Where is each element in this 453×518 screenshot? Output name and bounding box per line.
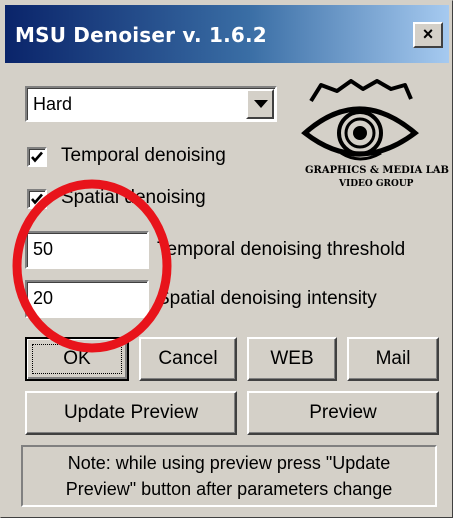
checkmark-icon: [31, 151, 43, 163]
temporal-threshold-label: Temporal denoising threshold: [157, 239, 406, 260]
preview-button-label: Preview: [309, 402, 377, 423]
temporal-threshold-input[interactable]: 50: [25, 231, 149, 269]
preview-button[interactable]: Preview: [247, 391, 439, 435]
window-title: MSU Denoiser v. 1.6.2: [15, 23, 267, 47]
preview-note: Note: while using preview press "Update …: [21, 445, 437, 507]
update-preview-button-label: Update Preview: [63, 402, 199, 423]
update-preview-button[interactable]: Update Preview: [25, 391, 237, 435]
note-line-1: Note: while using preview press "Update: [67, 453, 391, 473]
mode-dropdown-value: Hard: [33, 94, 73, 114]
cancel-button-label: Cancel: [158, 348, 218, 369]
temporal-denoising-label: Temporal denoising: [61, 145, 226, 166]
spatial-denoising-checkbox[interactable]: [27, 189, 47, 209]
temporal-denoising-checkbox[interactable]: [27, 147, 47, 167]
title-bar[interactable]: MSU Denoiser v. 1.6.2 ×: [5, 5, 449, 63]
mail-button-label: Mail: [375, 348, 411, 369]
mode-dropdown[interactable]: Hard: [25, 86, 277, 122]
denoiser-dialog: MSU Denoiser v. 1.6.2 × Hard Temporal de…: [0, 0, 453, 518]
web-button[interactable]: WEB: [247, 337, 337, 381]
chevron-down-icon[interactable]: [246, 89, 274, 119]
checkmark-icon: [31, 193, 43, 205]
ok-button[interactable]: OK: [25, 337, 129, 381]
web-button-label: WEB: [270, 348, 314, 369]
spatial-intensity-input[interactable]: 20: [25, 280, 149, 318]
spatial-denoising-option[interactable]: Spatial denoising: [27, 187, 267, 213]
mail-button[interactable]: Mail: [347, 337, 439, 381]
ok-button-label: OK: [63, 348, 91, 369]
spatial-intensity-label: Spatial denoising intensity: [157, 288, 377, 309]
logo-caption-group: VIDEO GROUP: [339, 179, 414, 189]
spatial-denoising-label: Spatial denoising: [61, 187, 206, 208]
close-button[interactable]: ×: [413, 22, 443, 48]
note-line-2: Preview" button after parameters change: [65, 479, 393, 499]
logo-caption-lab: GRAPHICS & MEDIA LAB: [305, 165, 449, 176]
close-icon: ×: [422, 24, 434, 44]
cancel-button[interactable]: Cancel: [139, 337, 237, 381]
temporal-denoising-option[interactable]: Temporal denoising: [27, 145, 267, 171]
